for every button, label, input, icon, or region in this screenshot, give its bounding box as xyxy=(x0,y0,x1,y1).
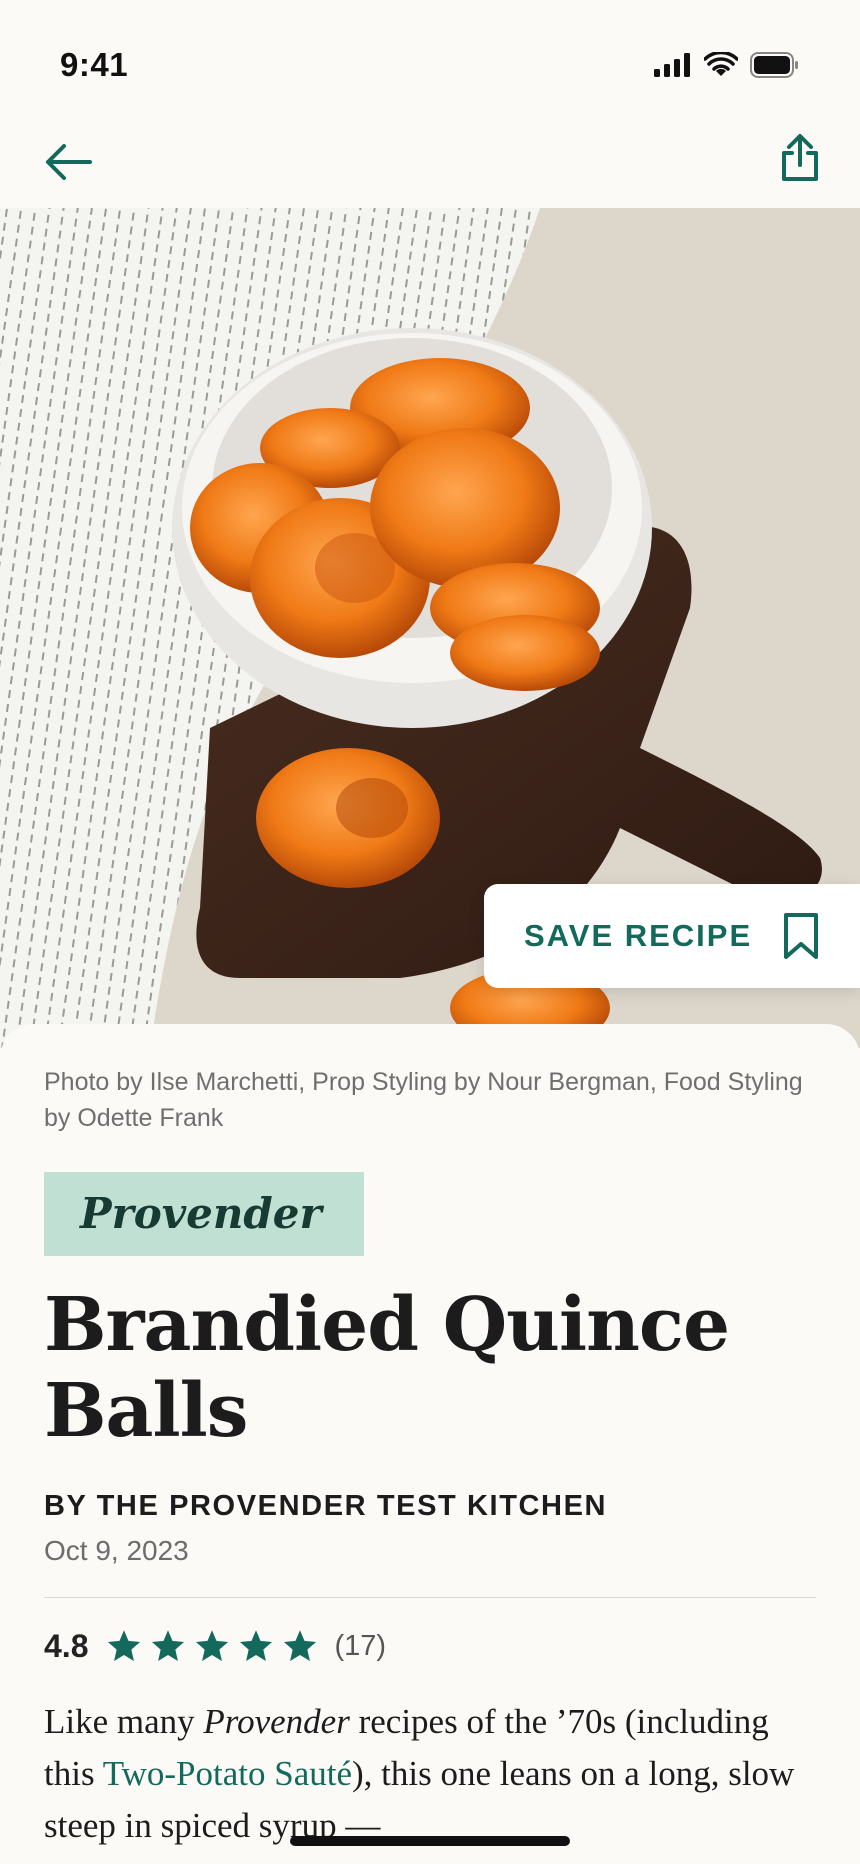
arrow-left-icon xyxy=(46,144,92,180)
recipe-description: Like many Provender recipes of the ’70s … xyxy=(44,1696,824,1852)
recipe-content: Photo by Ilse Marchetti, Prop Styling by… xyxy=(0,1024,860,1864)
star-icon xyxy=(196,1630,229,1661)
star-icon xyxy=(108,1630,141,1661)
two-potato-saute-link[interactable]: Two-Potato Sauté xyxy=(103,1754,352,1793)
rating-row[interactable]: 4.8 (17) xyxy=(44,1626,816,1666)
brand-badge[interactable]: Provender xyxy=(44,1172,364,1256)
description-brand: Provender xyxy=(203,1702,350,1741)
brand-badge-label: Provender xyxy=(80,1189,322,1238)
status-bar: 9:41 xyxy=(0,0,860,120)
save-recipe-button[interactable]: SAVE RECIPE xyxy=(484,884,860,988)
author-byline[interactable]: BY THE PROVENDER TEST KITCHEN xyxy=(44,1490,816,1523)
save-recipe-label: SAVE RECIPE xyxy=(524,918,753,953)
status-icons xyxy=(654,52,800,78)
rating-count: (17) xyxy=(334,1629,387,1662)
share-button[interactable] xyxy=(768,126,832,190)
home-indicator xyxy=(290,1836,570,1846)
publish-date: Oct 9, 2023 xyxy=(44,1535,189,1566)
rating-value: 4.8 xyxy=(44,1627,89,1664)
signal-icon xyxy=(654,53,690,77)
recipe-screen: 9:41 SAVE RECIPE Photo by Ilse Marchetti… xyxy=(0,0,860,1864)
star-icon xyxy=(240,1630,273,1661)
star-icon xyxy=(284,1630,317,1661)
back-button[interactable] xyxy=(36,130,100,194)
description-text-1: Like many xyxy=(44,1702,204,1741)
battery-icon xyxy=(750,52,798,78)
bookmark-icon xyxy=(784,913,818,959)
divider xyxy=(44,1597,816,1598)
recipe-title: Brandied Quince Balls xyxy=(44,1282,730,1454)
status-time: 9:41 xyxy=(60,46,129,83)
share-icon xyxy=(782,134,818,181)
wifi-icon xyxy=(704,52,738,76)
nav-bar xyxy=(0,120,860,208)
photo-credit: Photo by Ilse Marchetti, Prop Styling by… xyxy=(44,1068,803,1132)
star-icon xyxy=(152,1630,185,1661)
star-rating xyxy=(106,1628,318,1664)
